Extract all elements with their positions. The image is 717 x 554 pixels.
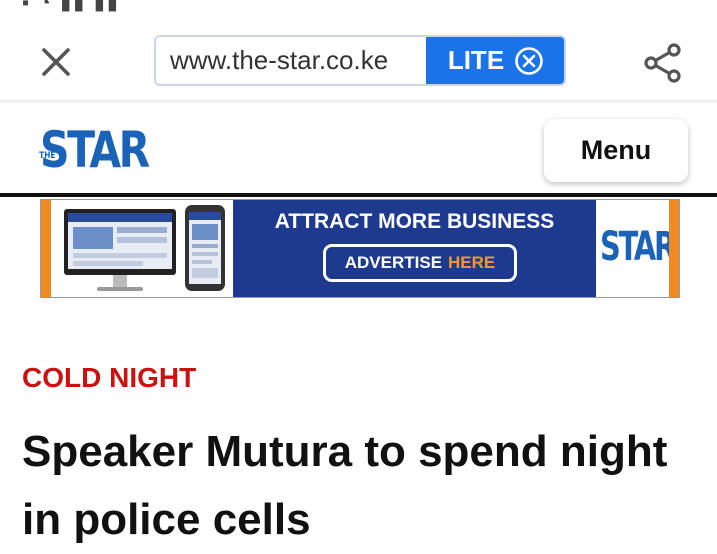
menu-button[interactable]: Menu [544, 119, 688, 182]
ad-devices-image [51, 200, 233, 297]
article-kicker[interactable]: COLD NIGHT [22, 362, 196, 394]
site-header: THE STAR Menu [0, 104, 717, 194]
network-speed-indicator: ▪▪▪ [632, 0, 647, 4]
status-icons: ▪ ◔ ▮▮ ▮▮ [22, 0, 120, 14]
ad-cta-prefix: ADVERTISE [344, 253, 443, 272]
ad-message-panel: ATTRACT MORE BUSINESS ADVERTISE HERE [233, 200, 596, 297]
circle-x-icon [515, 46, 543, 75]
ad-banner[interactable]: ATTRACT MORE BUSINESS ADVERTISE HERE STA… [40, 199, 680, 298]
ad-headline: ATTRACT MORE BUSINESS [274, 210, 555, 233]
share-button[interactable] [642, 42, 684, 84]
devices-illustration-icon [64, 205, 225, 291]
close-icon [42, 48, 70, 76]
ad-logo-panel: STAR [596, 200, 676, 297]
logo-text: STAR [40, 121, 150, 179]
ad-border-right [669, 200, 679, 297]
browser-toolbar: www.the-star.co.ke LITE [0, 14, 717, 102]
url-text[interactable]: www.the-star.co.ke [156, 37, 426, 84]
lite-label: LITE [447, 45, 505, 75]
article-headline: Speaker Mutura to spend night in police … [22, 427, 668, 544]
logo-prefix: THE [39, 151, 56, 161]
ad-border-left [41, 200, 51, 297]
advertise-here-button[interactable]: ADVERTISE HERE [323, 244, 517, 282]
close-button[interactable] [38, 44, 74, 80]
site-logo[interactable]: THE STAR [39, 121, 150, 179]
address-bar[interactable]: www.the-star.co.ke LITE [154, 35, 566, 86]
ad-logo: STAR [600, 224, 676, 270]
status-bar: ▪ ◔ ▮▮ ▮▮ ▪▪▪ [0, 0, 717, 14]
share-icon [644, 43, 681, 83]
header-divider [0, 193, 717, 197]
lite-mode-button[interactable]: LITE [426, 37, 564, 84]
ad-cta-highlight: HERE [448, 253, 496, 272]
